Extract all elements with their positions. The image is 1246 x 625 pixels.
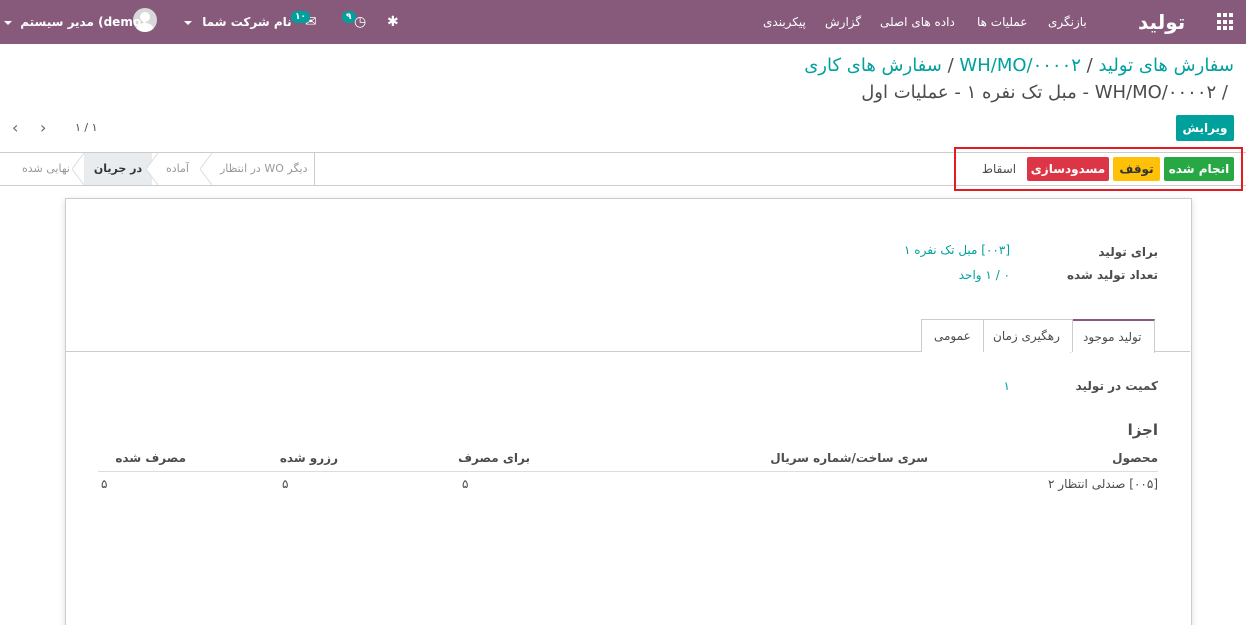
breadcrumb-current-record: WH/MO/۰۰۰۰۲ - مبل تک نفره ۱ - عملیات اول [861,82,1217,103]
form-sheet [65,198,1192,625]
tab-time-tracking[interactable]: رهگیری زمان [980,319,1073,352]
breadcrumb-current: / WH/MO/۰۰۰۰۲ - مبل تک نفره ۱ - عملیات ا… [861,82,1228,103]
top-navbar: تولید بازنگری عملیات ها داده های اصلی گز… [0,0,1246,44]
debug-bug-icon[interactable]: ✱ [387,0,399,44]
row-product[interactable]: [۰۰۵] صندلی انتظار ۲ [1048,477,1158,491]
stage-done[interactable]: نهایی شده [18,153,74,185]
stage-waiting-other-wo[interactable]: در انتظار WO دیگر [220,153,307,185]
stage-arrow-icon [72,153,84,185]
row-consumed: ۵ [101,477,108,491]
stage-arrow-icon [200,153,212,185]
user-name: مدیر سیستم (demo) [20,15,147,29]
breadcrumb: سفارش های تولید / WH/MO/۰۰۰۰۲ / سفارش ها… [804,55,1234,76]
pause-button[interactable]: توقف [1113,157,1160,181]
block-button[interactable]: مسدودسازی [1027,157,1109,181]
breadcrumb-separator: / [1221,82,1228,103]
messages-badge: ۱۰ [291,11,310,23]
status-divider [314,153,315,185]
tab-current-production[interactable]: تولید موجود [1070,319,1155,353]
breadcrumb-manufacturing-orders[interactable]: سفارش های تولید [1098,55,1234,76]
activities-badge: ۹ [342,11,356,23]
components-title: اجزا [1127,421,1158,439]
row-to-consume: ۵ [462,477,469,491]
chevron-down-icon [4,20,12,25]
stage-in-progress[interactable]: در جریان [84,153,152,185]
breadcrumb-separator: / [947,55,954,76]
user-menu[interactable]: مدیر سیستم (demo) [4,0,147,44]
row-reserved: ۵ [282,477,289,491]
tab-general[interactable]: عمومی [921,319,984,352]
menu-reporting[interactable]: گزارش [825,0,861,44]
pager-previous-icon[interactable]: ‹ [12,118,18,137]
scrap-button[interactable]: اسقاط [975,157,1023,181]
done-button[interactable]: انجام شده [1164,157,1234,181]
menu-configuration[interactable]: پیکربندی [763,0,806,44]
col-reserved[interactable]: رزرو شده [280,451,338,465]
qty-in-production-label: کمیت در تولید [1075,379,1158,393]
pager-next-icon[interactable]: › [40,118,46,137]
table-header-divider [98,471,1158,472]
to-produce-value[interactable]: [۰۰۳] مبل تک نفره ۱ [904,243,1010,257]
produced-qty-value: ۰ / ۱ واحد [958,268,1010,282]
col-lot-serial[interactable]: سری ساخت/شماره سریال [770,451,928,465]
to-produce-label: برای تولید [1098,245,1158,259]
qty-in-production-value: ۱ [1003,379,1010,393]
menu-overview[interactable]: بازنگری [1048,0,1087,44]
produced-qty-label: تعداد تولید شده [1066,268,1158,282]
col-to-consume[interactable]: برای مصرف [458,451,530,465]
apps-menu-icon[interactable] [1217,13,1235,31]
menu-master-data[interactable]: داده های اصلی [880,0,955,44]
app-brand: تولید [1138,10,1186,34]
col-product[interactable]: محصول [1112,451,1158,465]
breadcrumb-work-orders[interactable]: سفارش های کاری [804,55,942,76]
stage-arrow-icon [146,153,158,185]
breadcrumb-separator: / [1086,55,1093,76]
menu-operations[interactable]: عملیات ها [977,0,1027,44]
pager-value[interactable]: ۱ / ۱ [75,121,98,134]
breadcrumb-mo[interactable]: WH/MO/۰۰۰۰۲ [959,55,1081,76]
stage-ready[interactable]: آماده [166,153,189,185]
company-name: نام شرکت شما [202,15,292,29]
company-switcher[interactable]: نام شرکت شما [184,0,292,44]
chevron-down-icon [184,20,192,25]
col-consumed[interactable]: مصرف شده [115,451,186,465]
activities-clock-icon[interactable]: ◷ [354,0,366,44]
edit-button[interactable]: ویرایش [1176,115,1234,141]
